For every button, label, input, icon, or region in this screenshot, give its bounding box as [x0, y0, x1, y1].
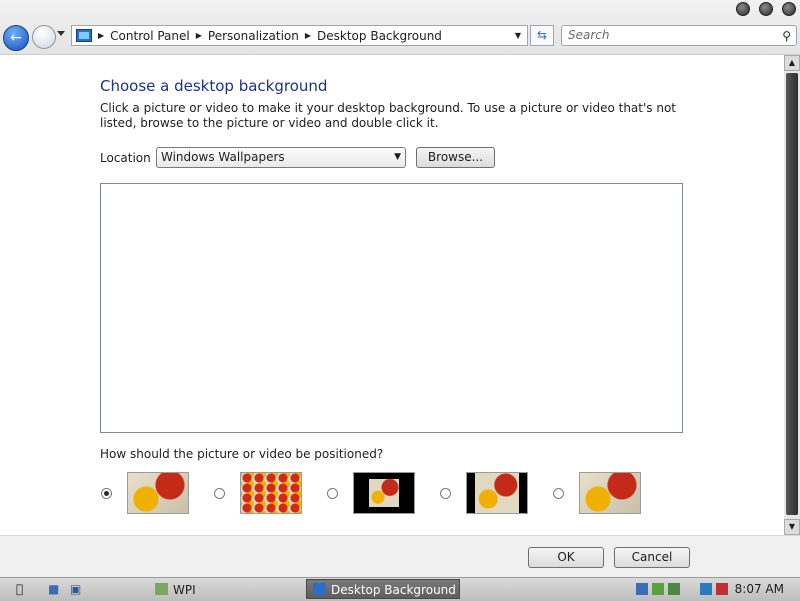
address-bar[interactable]: ▶ Control Panel ▶ Personalization ▶ Desk…	[71, 25, 528, 46]
cancel-button[interactable]: Cancel	[614, 547, 690, 568]
scroll-thumb[interactable]	[786, 73, 798, 515]
taskbar-item-label: WPI	[173, 583, 196, 597]
breadcrumb-separator-icon[interactable]: ▶	[305, 31, 311, 40]
system-clock[interactable]: 8:07 AM	[735, 578, 784, 600]
window-titlebar: ← ▶ Control Panel ▶ Personalization ▶ De…	[0, 0, 800, 55]
scroll-down-icon[interactable]: ▼	[784, 519, 800, 535]
position-radio-center[interactable]	[327, 488, 338, 499]
control-panel-icon	[76, 29, 92, 42]
intro-text: Click a picture or video to make it your…	[100, 101, 677, 130]
back-button[interactable]: ←	[3, 25, 29, 51]
refresh-button[interactable]: ⇆	[530, 25, 554, 46]
fit-preview-icon[interactable]	[466, 472, 528, 514]
refresh-icon: ⇆	[536, 28, 548, 42]
volume-muted-icon[interactable]	[716, 583, 728, 595]
tile-preview-icon[interactable]	[240, 472, 302, 514]
maximize-button[interactable]	[759, 2, 773, 16]
center-preview-icon[interactable]	[353, 472, 415, 514]
minimize-button[interactable]	[736, 2, 750, 16]
window-icon[interactable]: ▣	[70, 580, 81, 599]
vertical-scrollbar[interactable]: ▲ ▼	[784, 55, 800, 535]
location-value: Windows Wallpapers	[161, 150, 285, 164]
breadcrumb-personalization[interactable]: Personalization	[208, 29, 299, 43]
forward-button[interactable]	[32, 25, 56, 49]
position-radio-tile[interactable]	[214, 488, 225, 499]
breadcrumb-separator-icon[interactable]: ▶	[196, 31, 202, 40]
breadcrumb-desktop-background[interactable]: Desktop Background	[317, 29, 442, 43]
tray-update-icon[interactable]	[668, 583, 680, 595]
start-icon[interactable]: 	[16, 580, 23, 599]
position-radio-stretch[interactable]	[553, 488, 564, 499]
search-icon[interactable]: ⚲	[782, 27, 791, 46]
dialog-footer: OK Cancel	[0, 535, 800, 578]
scroll-up-icon[interactable]: ▲	[784, 55, 800, 71]
search-placeholder: Search	[568, 28, 610, 42]
folder-icon[interactable]: ■	[48, 580, 59, 599]
breadcrumb-control-panel[interactable]: Control Panel	[110, 29, 190, 43]
page-title: Choose a desktop background	[100, 77, 328, 95]
taskbar-item-wpi[interactable]: WPI	[148, 579, 298, 599]
control-panel-icon	[313, 583, 326, 595]
taskbar:  ■ ▣ WPI Desktop Background 8:07 AM	[0, 577, 800, 601]
breadcrumb-separator-icon[interactable]: ▶	[98, 31, 104, 40]
position-radio-fill[interactable]	[101, 488, 112, 499]
ok-button[interactable]: OK	[528, 547, 604, 568]
address-history-dropdown-icon[interactable]: ▼	[515, 31, 521, 40]
taskbar-item-label: Desktop Background	[331, 583, 456, 597]
wpi-app-icon	[155, 583, 168, 595]
stretch-preview-icon[interactable]	[579, 472, 641, 514]
fill-preview-icon[interactable]	[127, 472, 189, 514]
location-label: Location	[100, 151, 151, 165]
browse-button[interactable]: Browse...	[416, 147, 495, 168]
picture-list[interactable]	[100, 183, 683, 433]
close-button[interactable]	[782, 2, 796, 16]
tray-security-icon[interactable]	[652, 583, 664, 595]
position-question: How should the picture or video be posit…	[100, 447, 384, 461]
tray-network-icon[interactable]	[636, 583, 648, 595]
position-radio-fit[interactable]	[440, 488, 451, 499]
tray-connection-icon[interactable]	[700, 583, 712, 595]
back-arrow-icon: ←	[10, 30, 22, 46]
main-content: Choose a desktop background Click a pict…	[0, 55, 784, 535]
taskbar-item-desktop-background[interactable]: Desktop Background	[306, 579, 460, 599]
location-select[interactable]: Windows Wallpapers ▼	[156, 147, 406, 168]
recent-pages-dropdown[interactable]	[57, 31, 65, 36]
chevron-down-icon: ▼	[394, 152, 401, 162]
search-input[interactable]: Search ⚲	[561, 25, 797, 46]
